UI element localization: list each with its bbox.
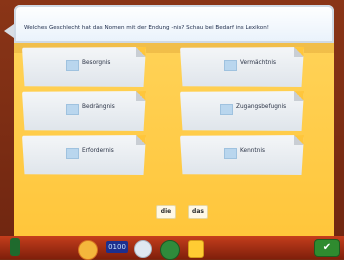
- word-card-6[interactable]: Kenntnis: [180, 135, 304, 175]
- paper-fold: [136, 47, 146, 57]
- paper-fold: [136, 135, 146, 145]
- card-word: Zugangsbefugnis: [236, 104, 287, 110]
- paper-fold: [294, 91, 304, 101]
- word-card-4[interactable]: Zugangsbefugnis: [180, 91, 304, 131]
- answer-chip-die[interactable]: die: [156, 205, 176, 219]
- back-arrow-icon[interactable]: [4, 24, 14, 38]
- answer-slot[interactable]: [224, 60, 237, 71]
- star-icon[interactable]: [78, 240, 98, 260]
- card-word: Bedrängnis: [82, 104, 115, 110]
- card-word: Kenntnis: [240, 148, 266, 154]
- answer-slot[interactable]: [224, 148, 237, 159]
- helper-icon[interactable]: [134, 240, 152, 258]
- answer-slot[interactable]: [66, 104, 79, 115]
- book-icon[interactable]: [188, 240, 204, 258]
- app-frame: Welches Geschlecht hat das Nomen mit der…: [0, 0, 344, 260]
- confirm-button[interactable]: ✔: [314, 239, 340, 257]
- answer-slot[interactable]: [220, 104, 233, 115]
- word-card-1[interactable]: Besorgnis: [22, 47, 146, 87]
- word-card-3[interactable]: Bedrängnis: [22, 91, 146, 131]
- answer-slot[interactable]: [66, 148, 79, 159]
- bottle-icon[interactable]: [10, 238, 20, 256]
- card-word: Vermächtnis: [240, 60, 277, 66]
- paper-fold: [294, 135, 304, 145]
- answer-slot[interactable]: [66, 60, 79, 71]
- timer-display: 0100: [106, 241, 128, 253]
- question-text: Welches Geschlecht hat das Nomen mit der…: [24, 25, 269, 31]
- answer-chip-das[interactable]: das: [188, 205, 208, 219]
- card-word: Besorgnis: [82, 60, 111, 66]
- paper-fold: [294, 47, 304, 57]
- question-bar: Welches Geschlecht hat das Nomen mit der…: [14, 5, 334, 43]
- character-icon[interactable]: [160, 240, 180, 260]
- paper-fold: [136, 91, 146, 101]
- card-word: Erfordernis: [82, 148, 114, 154]
- word-card-2[interactable]: Vermächtnis: [180, 47, 304, 87]
- word-card-5[interactable]: Erfordernis: [22, 135, 146, 175]
